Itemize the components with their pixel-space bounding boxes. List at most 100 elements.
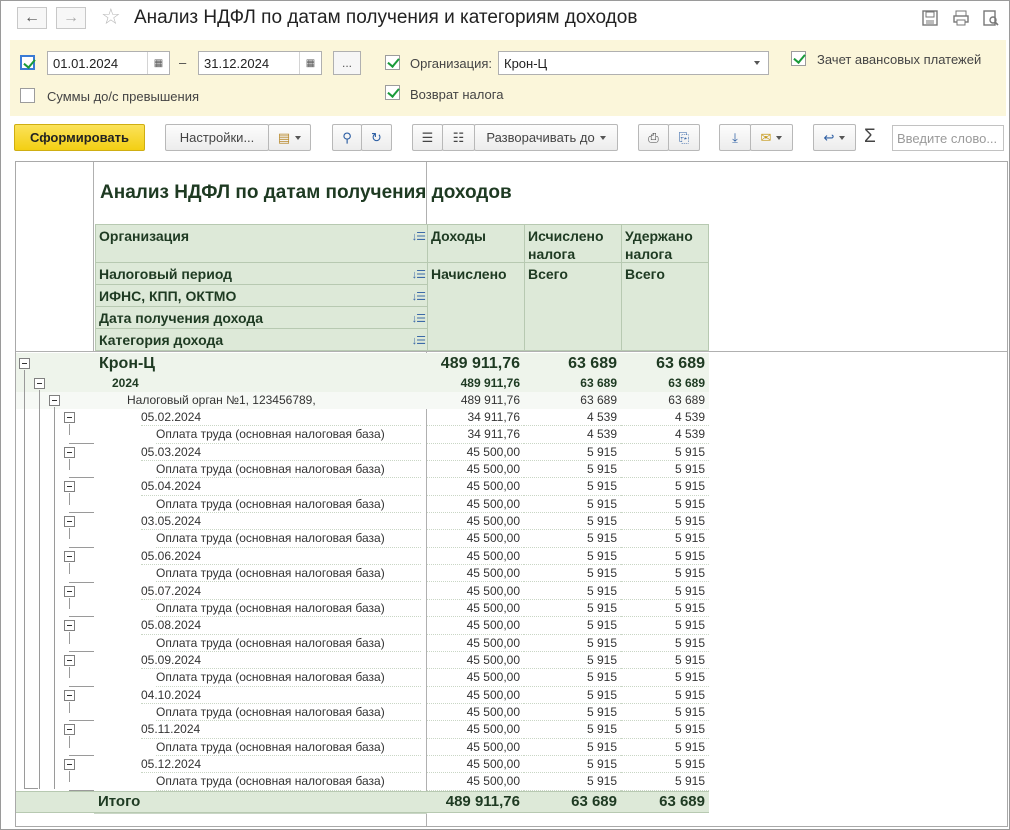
table-row-date[interactable]: 05.03.2024 45 500,00 5 915 5 915	[16, 444, 709, 462]
calendar-icon[interactable]: ▦	[147, 52, 169, 74]
table-row-date[interactable]: 05.07.2024 45 500,00 5 915 5 915	[16, 583, 709, 600]
sort-icon[interactable]: ↓☰	[412, 228, 426, 246]
table-row-category[interactable]: Оплата труда (основная налоговая база) 45…	[16, 669, 709, 687]
table-row-category[interactable]: Оплата труда (основная налоговая база) 45…	[16, 739, 709, 756]
table-row-date[interactable]: 04.10.2024 45 500,00 5 915 5 915	[16, 687, 709, 704]
withheld-value: 5 915	[621, 513, 709, 531]
header-label: ИФНС, КПП, ОКТМО	[99, 288, 237, 304]
collapse-toggle[interactable]	[19, 358, 30, 369]
forward-button[interactable]: →	[56, 7, 86, 29]
table-row-ifns[interactable]: Налоговый орган №1, 123456789, 489 911,7…	[16, 392, 709, 409]
collapse-toggle[interactable]	[64, 550, 75, 562]
withheld-value: 63 689	[668, 393, 705, 407]
collapse-toggle[interactable]	[64, 516, 75, 528]
table-row-date[interactable]: 05.06.2024 45 500,00 5 915 5 915	[16, 548, 709, 566]
sort-icon[interactable]: ↓☰	[412, 332, 426, 350]
date-from-field[interactable]: 01.01.2024 ▦	[47, 51, 170, 75]
undo-button[interactable]: ↩	[813, 124, 856, 151]
collapse-toggle[interactable]	[34, 378, 45, 389]
header-organization[interactable]: Организация ↓☰	[95, 224, 428, 263]
settings-button[interactable]: Настройки...	[165, 124, 269, 151]
advance-checkbox[interactable]	[791, 51, 806, 66]
table-row-year[interactable]: 2024 489 911,76 63 689 63 689	[16, 375, 709, 392]
calc-value: 5 915	[524, 635, 621, 652]
calendar-icon[interactable]: ▦	[299, 52, 321, 74]
table-row-date[interactable]: 05.02.2024 34 911,76 4 539 4 539	[16, 409, 709, 427]
generate-button[interactable]: Сформировать	[14, 124, 145, 151]
date-to-field[interactable]: 31.12.2024 ▦	[198, 51, 322, 75]
refund-checkbox[interactable]	[385, 85, 400, 100]
save-icon[interactable]	[921, 9, 939, 27]
collapse-icon: ☰	[421, 129, 434, 145]
collapse-toggle[interactable]	[64, 585, 75, 597]
download-button[interactable]: ⤓	[719, 124, 751, 151]
table-row-category[interactable]: Оплата труда (основная налоговая база) 45…	[16, 773, 709, 791]
print-preview-button[interactable]: ⎘	[668, 124, 700, 151]
table-row-date[interactable]: 05.04.2024 45 500,00 5 915 5 915	[16, 478, 709, 496]
collapse-toggle[interactable]	[64, 481, 75, 493]
print-icon[interactable]	[952, 9, 970, 27]
table-row-category[interactable]: Оплата труда (основная налоговая база) 45…	[16, 530, 709, 548]
search-input[interactable]: Введите слово...	[892, 125, 1004, 151]
table-row-date[interactable]: 05.11.2024 45 500,00 5 915 5 915	[16, 721, 709, 739]
header-income-category[interactable]: Категория дохода ↓☰	[95, 328, 428, 351]
table-row-org[interactable]: Крон-Ц 489 911,76 63 689 63 689	[16, 353, 709, 375]
printer-icon: ⎙	[648, 129, 659, 145]
withheld-value: 63 689	[656, 355, 705, 372]
table-row-category[interactable]: Оплата труда (основная налоговая база) 45…	[16, 704, 709, 722]
email-button[interactable]: ✉	[750, 124, 793, 151]
header-withheld-total: Всего	[621, 262, 709, 351]
table-row-category[interactable]: Оплата труда (основная налоговая база) 45…	[16, 461, 709, 479]
preview-icon[interactable]	[982, 9, 1000, 27]
back-button[interactable]: ←	[17, 7, 47, 29]
header-income: Доходы	[427, 224, 525, 263]
period-select-button[interactable]: ...	[333, 51, 361, 75]
tree-line	[69, 632, 70, 644]
collapse-button[interactable]: ☰	[412, 124, 443, 151]
expand-button[interactable]: ☷	[442, 124, 475, 151]
collapse-toggle[interactable]	[64, 724, 75, 736]
income-value: 45 500,00	[427, 600, 524, 618]
period-checkbox[interactable]	[20, 55, 35, 70]
org-select[interactable]: Крон-Ц	[498, 51, 769, 75]
withheld-value: 5 915	[621, 565, 709, 583]
chevron-down-icon[interactable]	[746, 52, 768, 74]
calc-value: 5 915	[524, 444, 621, 462]
find-button[interactable]: ⚲	[332, 124, 362, 151]
header-ifns[interactable]: ИФНС, КПП, ОКТМО ↓☰	[95, 284, 428, 307]
sort-icon[interactable]: ↓☰	[412, 288, 426, 306]
collapse-toggle[interactable]	[64, 412, 75, 423]
table-row-date[interactable]: 05.09.2024 45 500,00 5 915 5 915	[16, 652, 709, 670]
sum-icon[interactable]: Σ	[864, 126, 876, 148]
expand-to-button[interactable]: Разворачивать до	[474, 124, 618, 151]
tree-line	[69, 597, 70, 609]
collapse-toggle[interactable]	[64, 654, 75, 666]
table-row-date[interactable]: 03.05.2024 45 500,00 5 915 5 915	[16, 513, 709, 531]
row-label: Крон-Ц	[99, 355, 155, 372]
sort-icon[interactable]: ↓☰	[412, 310, 426, 328]
collapse-toggle[interactable]	[64, 689, 75, 701]
find-next-button[interactable]: ↻	[361, 124, 392, 151]
table-row-category[interactable]: Оплата труда (основная налоговая база) 34…	[16, 426, 709, 444]
print-button[interactable]: ⎙	[638, 124, 669, 151]
excess-checkbox[interactable]	[20, 88, 35, 103]
collapse-toggle[interactable]	[64, 759, 75, 770]
table-row-date[interactable]: 05.08.2024 45 500,00 5 915 5 915	[16, 617, 709, 635]
favorite-star-icon[interactable]: ☆	[101, 5, 121, 29]
window-title: Анализ НДФЛ по датам получения и категор…	[134, 7, 638, 28]
sort-icon[interactable]: ↓☰	[412, 266, 426, 284]
table-row-date[interactable]: 05.12.2024 45 500,00 5 915 5 915	[16, 756, 709, 774]
table-row-category[interactable]: Оплата труда (основная налоговая база) 45…	[16, 600, 709, 618]
table-row-category[interactable]: Оплата труда (основная налоговая база) 45…	[16, 635, 709, 652]
header-tax-period[interactable]: Налоговый период ↓☰	[95, 262, 428, 285]
variants-button[interactable]: ▤	[268, 124, 311, 151]
report-area: Анализ НДФЛ по датам получения доходов О…	[15, 161, 1008, 827]
org-checkbox[interactable]	[385, 55, 400, 70]
table-row-category[interactable]: Оплата труда (основная налоговая база) 45…	[16, 496, 709, 514]
table-row-category[interactable]: Оплата труда (основная налоговая база) 45…	[16, 565, 709, 583]
income-value: 45 500,00	[427, 617, 524, 635]
collapse-toggle[interactable]	[64, 446, 75, 458]
header-income-date[interactable]: Дата получения дохода ↓☰	[95, 306, 428, 329]
collapse-toggle[interactable]	[49, 395, 60, 406]
collapse-toggle[interactable]	[64, 620, 75, 632]
